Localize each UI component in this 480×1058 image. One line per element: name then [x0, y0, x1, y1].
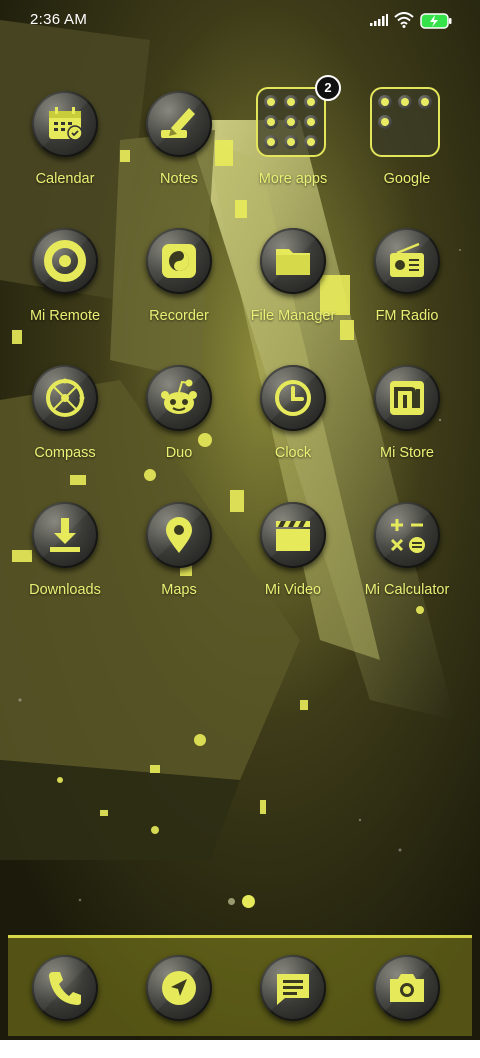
wifi-icon — [394, 12, 414, 28]
dock-phone[interactable] — [8, 938, 122, 1058]
app-label: FM Radio — [375, 308, 439, 324]
app-notes[interactable]: Notes — [122, 85, 236, 205]
navigation-icon — [146, 955, 212, 1021]
page-dot-active[interactable] — [242, 895, 255, 908]
folder-icon — [256, 87, 326, 157]
dock-navigation[interactable] — [122, 938, 236, 1058]
app-recorder[interactable]: Recorder — [122, 222, 236, 342]
app-mi-store[interactable]: Mi Store — [350, 359, 464, 479]
notification-badge: 2 — [315, 75, 341, 101]
map-pin-icon — [146, 502, 212, 568]
folder-file-icon — [260, 228, 326, 294]
app-label: Duo — [165, 445, 193, 461]
app-label: Mi Store — [380, 445, 434, 461]
app-label: Recorder — [149, 308, 209, 324]
folder-more-apps[interactable]: 2 More apps — [236, 75, 350, 205]
app-label: Google — [383, 171, 431, 187]
app-compass[interactable]: Compass — [8, 359, 122, 479]
messages-icon — [260, 955, 326, 1021]
app-label: Downloads — [29, 582, 101, 598]
app-label: Maps — [161, 582, 197, 598]
app-clock[interactable]: Clock — [236, 359, 350, 479]
status-bar: 2:36 AM — [0, 0, 480, 40]
dock-messages[interactable] — [236, 938, 350, 1058]
battery-charging-icon — [420, 13, 452, 29]
phone-icon — [32, 955, 98, 1021]
app-mi-remote[interactable]: Mi Remote — [8, 222, 122, 342]
app-label: Mi Remote — [29, 308, 101, 324]
calendar-icon — [32, 91, 98, 157]
app-file-manager[interactable]: File Manager — [236, 222, 350, 342]
notes-icon — [146, 91, 212, 157]
compass-icon — [32, 365, 98, 431]
app-label: Mi Calculator — [364, 582, 450, 598]
app-duo[interactable]: Duo — [122, 359, 236, 479]
reddit-alien-icon — [146, 365, 212, 431]
app-downloads[interactable]: Downloads — [8, 496, 122, 616]
app-fm-radio[interactable]: FM Radio — [350, 222, 464, 342]
signal-icon — [370, 14, 388, 26]
camera-icon — [374, 955, 440, 1021]
folder-google[interactable]: Google — [350, 85, 464, 205]
clapperboard-icon — [260, 502, 326, 568]
recorder-icon — [146, 228, 212, 294]
download-icon — [32, 502, 98, 568]
app-label: More apps — [258, 171, 328, 187]
app-label: Compass — [34, 445, 96, 461]
page-indicator[interactable] — [0, 895, 480, 909]
app-label: Mi Video — [264, 582, 322, 598]
mi-logo-icon — [374, 365, 440, 431]
app-mi-video[interactable]: Mi Video — [236, 496, 350, 616]
app-mi-calculator[interactable]: Mi Calculator — [350, 496, 464, 616]
dock-camera[interactable] — [350, 938, 464, 1058]
page-dot[interactable] — [228, 898, 235, 905]
app-label: File Manager — [250, 308, 336, 324]
app-label: Notes — [160, 171, 198, 187]
radio-icon — [374, 228, 440, 294]
app-calendar[interactable]: Calendar — [8, 85, 122, 205]
app-label: Calendar — [35, 171, 95, 187]
folder-icon — [370, 87, 440, 157]
app-maps[interactable]: Maps — [122, 496, 236, 616]
app-label: Clock — [274, 445, 312, 461]
clock-icon — [260, 365, 326, 431]
dock — [8, 935, 472, 1036]
remote-icon — [32, 228, 98, 294]
status-time: 2:36 AM — [30, 11, 88, 28]
calculator-icon — [374, 502, 440, 568]
